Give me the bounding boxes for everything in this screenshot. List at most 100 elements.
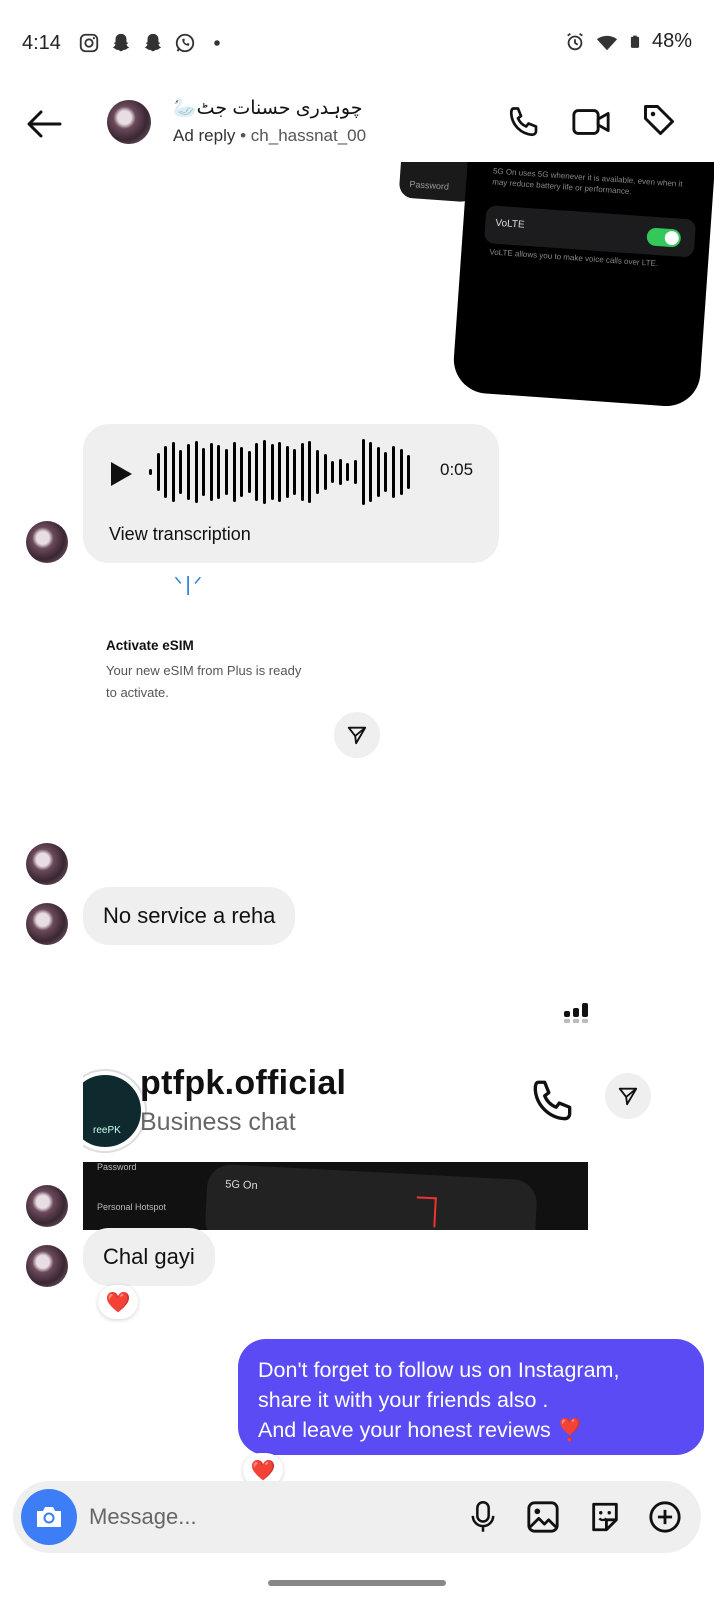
business-name: ptfpk.official <box>140 1064 347 1102</box>
microphone-icon <box>471 1501 495 1532</box>
voice-record-button[interactable] <box>461 1495 505 1539</box>
business-logo: reePK <box>83 1071 145 1151</box>
instagram-icon <box>79 33 99 53</box>
outgoing-message-bubble[interactable]: Don't forget to follow us on Instagram, … <box>238 1339 704 1455</box>
camera-icon <box>37 1507 61 1527</box>
sticker-button[interactable] <box>583 1495 627 1539</box>
dark-side-label-2: Personal Hotspot <box>97 1202 167 1212</box>
play-button[interactable] <box>109 461 133 492</box>
signal-bars-icon <box>564 1003 588 1023</box>
waveform-bar <box>369 442 373 502</box>
send-icon <box>618 1087 638 1106</box>
whatsapp-icon <box>175 33 195 53</box>
tag-button[interactable] <box>636 97 682 143</box>
video-call-button[interactable] <box>568 99 614 145</box>
snapchat-icon <box>144 33 162 52</box>
heart-reaction[interactable]: ❤️ <box>98 1285 138 1319</box>
outgoing-line-3: And leave your honest reviews ❣️ <box>258 1418 584 1442</box>
phone-icon <box>509 107 538 137</box>
sender-avatar[interactable] <box>26 521 68 563</box>
play-icon <box>111 462 132 486</box>
gallery-icon <box>527 1501 559 1533</box>
status-bar: 4:14 48% <box>0 0 714 90</box>
sender-avatar[interactable] <box>26 1245 68 1287</box>
message-text: Chal gayi <box>103 1244 195 1269</box>
waveform-bar <box>202 448 206 496</box>
share-button[interactable] <box>334 712 380 758</box>
camera-button[interactable] <box>21 1489 77 1545</box>
contact-avatar[interactable] <box>107 100 151 144</box>
red-outline <box>415 1196 437 1228</box>
waveform-bar <box>384 452 388 492</box>
esim-description: Your new eSIM from Plus is ready to acti… <box>106 663 302 700</box>
sender-avatar[interactable] <box>26 903 68 945</box>
waveform-bar <box>149 469 152 475</box>
battery-icon <box>630 35 640 48</box>
waveform-bar <box>392 446 395 498</box>
dark-5g-label: 5G On <box>224 1178 258 1193</box>
dot-icon <box>214 40 220 46</box>
dark-phone-shot: 5G On <box>204 1163 538 1230</box>
waveform-bar <box>262 440 266 504</box>
contact-username: ch_hassnat_00 <box>250 126 367 145</box>
sender-avatar[interactable] <box>26 1185 68 1227</box>
home-indicator[interactable] <box>268 1580 446 1586</box>
more-button[interactable] <box>643 1495 687 1539</box>
business-screenshot: Password Personal Hotspot 5G On <box>83 1162 588 1230</box>
heart-icon: ❤️ <box>250 1459 276 1482</box>
contact-subtitle[interactable]: Ad reply • ch_hassnat_00 <box>173 126 366 146</box>
share-button[interactable] <box>605 1073 651 1119</box>
back-button[interactable] <box>20 100 68 148</box>
esim-signal-icon: ᐠ|ᐟ <box>174 574 206 596</box>
contact-name[interactable]: چوہدری حسنات جٹ🦢 <box>173 96 362 120</box>
business-subtitle: Business chat <box>140 1108 296 1136</box>
voice-duration: 0:05 <box>440 460 474 479</box>
waveform-bar <box>308 441 312 503</box>
esim-title: Activate eSIM <box>106 638 194 653</box>
outgoing-line-1: Don't forget to follow us on Instagram, <box>258 1358 620 1382</box>
plus-circle-icon <box>649 1501 681 1533</box>
system-status: 48% <box>564 30 692 53</box>
status-time: 4:14 <box>22 32 61 54</box>
screenshot-side-label: Password <box>409 179 450 192</box>
waveform-bar <box>179 450 183 494</box>
battery-level: 48% <box>651 30 692 52</box>
waveform-bar <box>399 449 403 495</box>
volte-toggle <box>646 227 682 248</box>
shared-screenshot[interactable]: 5G On uses 5G whenever it is available, … <box>451 141 714 409</box>
heart-icon: ❤️ <box>105 1291 131 1314</box>
video-camera-icon <box>572 109 610 135</box>
waveform-bar <box>156 453 160 491</box>
separator: • <box>235 126 251 145</box>
ad-reply-label: Ad reply <box>173 126 236 145</box>
gallery-button[interactable] <box>521 1495 565 1539</box>
snapchat-icon <box>112 33 130 52</box>
sticker-icon <box>592 1502 618 1532</box>
view-transcription-link[interactable]: View transcription <box>109 524 251 545</box>
waveform-bar <box>278 442 282 502</box>
waveform-bar <box>232 442 236 502</box>
message-composer <box>13 1481 701 1553</box>
waveform[interactable] <box>149 438 411 506</box>
wifi-icon <box>596 35 618 50</box>
waveform-bar <box>171 442 175 502</box>
waveform-bar <box>346 463 350 481</box>
waveform-bar <box>194 441 198 503</box>
dark-side-label: Password <box>97 1162 137 1172</box>
back-arrow-icon <box>27 110 62 138</box>
screenshot-note: 5G On uses 5G whenever it is available, … <box>491 166 683 197</box>
message-bubble[interactable]: No service a reha <box>83 887 296 945</box>
notification-icons <box>78 32 228 54</box>
sender-avatar[interactable] <box>26 843 68 885</box>
alarm-icon <box>567 32 583 50</box>
message-text: No service a reha <box>103 903 276 928</box>
voice-message-bubble[interactable]: 0:05 View transcription <box>83 424 499 563</box>
phone-icon <box>533 1080 572 1121</box>
waveform-bar <box>323 454 327 490</box>
message-bubble[interactable]: Chal gayi <box>83 1228 215 1286</box>
business-chat-card[interactable]: reePK ptfpk.official Business chat Passw… <box>83 1056 588 1230</box>
voice-call-button[interactable] <box>501 99 547 145</box>
message-input[interactable] <box>89 1499 419 1535</box>
waveform-bar <box>338 459 342 485</box>
waveform-bar <box>376 447 380 497</box>
